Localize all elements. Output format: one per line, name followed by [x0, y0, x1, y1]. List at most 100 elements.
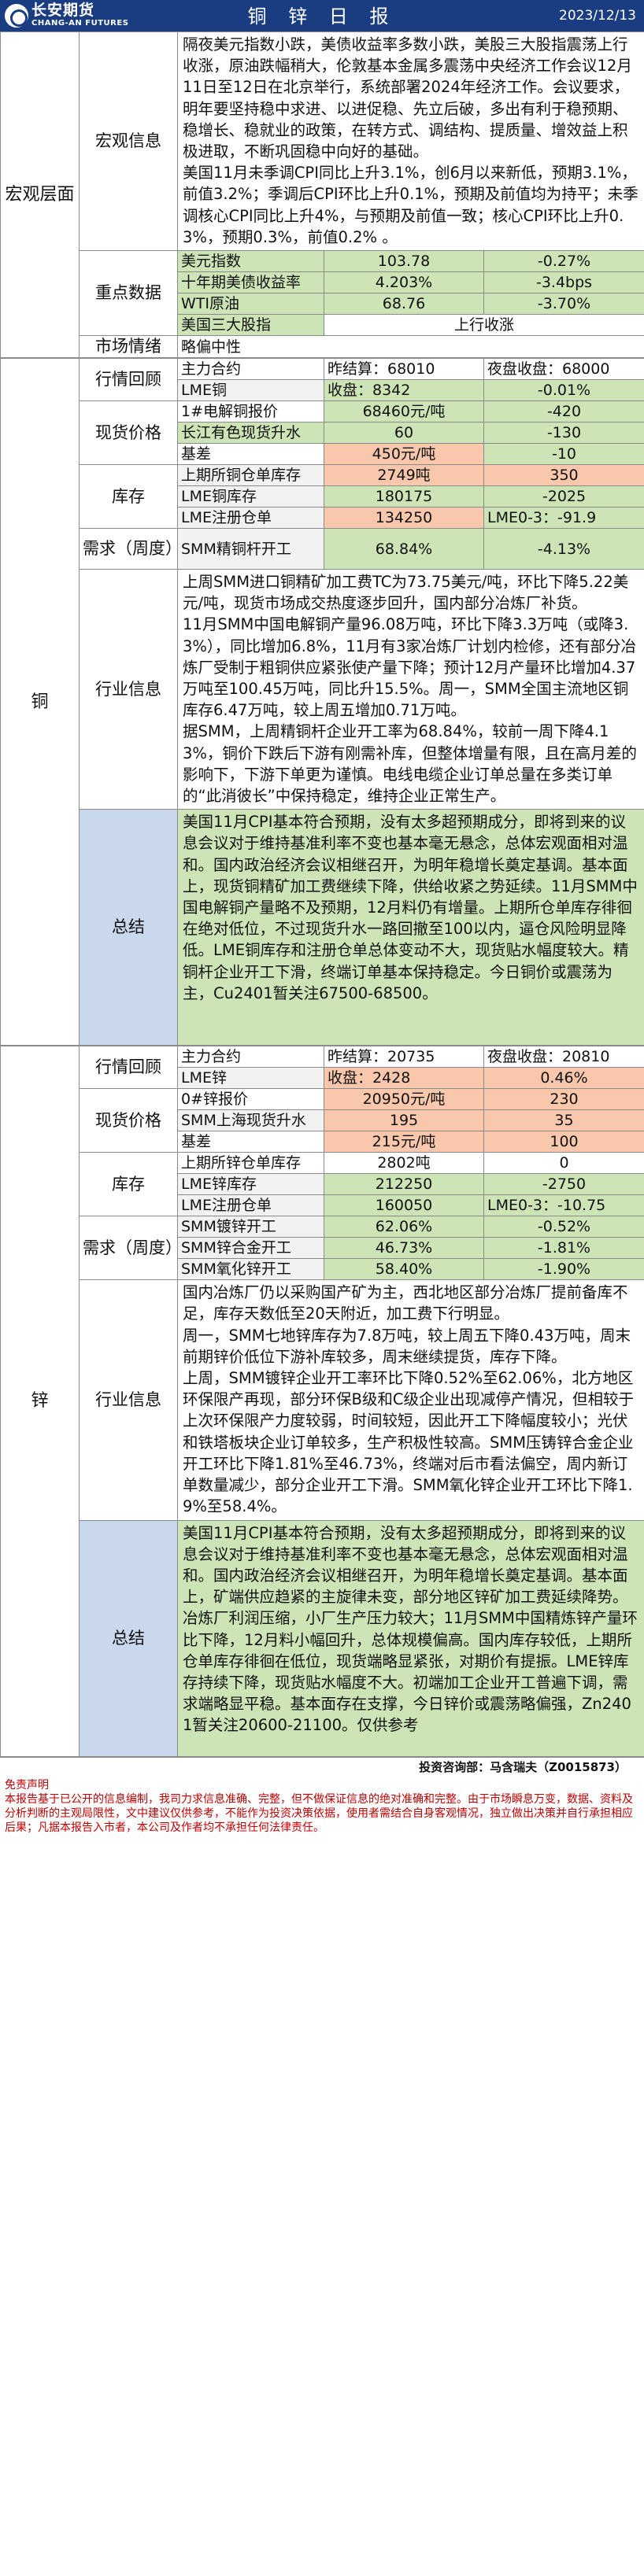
copper-spot-name: 长江有色现货升水	[177, 422, 324, 445]
zinc-demand-label: 需求（周度）	[79, 1216, 182, 1281]
key-row-value: 103.78	[324, 250, 484, 273]
copper-stock-label: 库存	[79, 464, 178, 530]
copper-review-label: 行情回顾	[79, 358, 178, 402]
copper-stock-change: -2025	[483, 485, 644, 508]
report-date: 2023/12/13	[559, 8, 636, 24]
zinc-table: 锌 行情回顾 主力合约 昨结算：20735 夜盘收盘：20810 LME锌 收盘…	[0, 1046, 644, 1757]
zinc-spot-value: 195	[324, 1109, 484, 1132]
zinc-demand-change: -0.52%	[483, 1216, 644, 1238]
zinc-stock-change: 0	[483, 1152, 644, 1175]
copper-review-night: 夜盘收盘：68000	[483, 358, 644, 381]
zinc-industry-text: 国内冶炼厂仍以采购国产矿为主，西北地区部分冶炼厂提前备库不足，库存天数低至20天…	[177, 1279, 644, 1521]
macro-info-text: 隔夜美元指数小跌，美债收益率多数小跌，美股三大股指震荡上行收涨，原油跌幅稍大，伦…	[176, 31, 644, 252]
key-row-value: 4.203%	[324, 271, 484, 294]
analyst-line: 投资咨询部：马含瑞夫（Z0015873）	[419, 1759, 627, 1774]
zinc-demand-value: 46.73%	[324, 1237, 484, 1260]
copper-stock-value: 2749吨	[324, 464, 484, 487]
zinc-spot-value: 20950元/吨	[324, 1088, 484, 1111]
key-data-label: 重点数据	[79, 250, 178, 337]
zinc-summary-label: 总结	[79, 1519, 178, 1757]
copper-stock-name: LME注册仓单	[177, 507, 324, 530]
report-title: 铜 锌 日 报	[247, 6, 397, 28]
copper-summary-text: 美国11月CPI基本符合预期，没有太多超预期成分，即将到来的议息会议对于维持基准…	[177, 809, 644, 1046]
zinc-stock-name: LME注册仓单	[177, 1194, 324, 1217]
zinc-demand-name: SMM锌合金开工	[177, 1237, 324, 1260]
zinc-spot-change: 100	[483, 1131, 644, 1153]
copper-spot-name: 基差	[177, 443, 324, 466]
zinc-stock-value: 160050	[324, 1194, 484, 1217]
copper-spot-name: 1#电解铜报价	[177, 400, 324, 423]
key-row-change: -3.4bps	[483, 271, 644, 294]
zinc-spot-change: 35	[483, 1109, 644, 1132]
key-row-change: -3.70%	[483, 293, 644, 316]
zinc-demand-name: SMM镀锌开工	[177, 1216, 324, 1238]
copper-spot-change: -10	[483, 443, 644, 466]
copper-spot-value: 450元/吨	[324, 443, 484, 466]
zinc-demand-value: 58.40%	[324, 1258, 484, 1281]
copper-demand-name: SMM精铜杆开工	[177, 528, 324, 570]
key-row-name: 美国三大股指	[177, 314, 324, 337]
copper-demand-label: 需求（周度）	[79, 528, 182, 570]
zinc-demand-change: -1.90%	[483, 1258, 644, 1281]
zinc-stock-name: 上期所锌仓单库存	[177, 1152, 324, 1175]
zinc-section-label: 锌	[0, 1046, 80, 1757]
copper-lme-close: 收盘：8342	[324, 379, 484, 402]
key-row-name: 美元指数	[177, 250, 324, 273]
report-footer: 投资咨询部：马含瑞夫（Z0015873） 免责声明 本报告基于已公开的信息编制，…	[0, 1756, 644, 1838]
zinc-review-night: 夜盘收盘：20810	[483, 1046, 644, 1068]
copper-stock-name: 上期所铜仓单库存	[177, 464, 324, 487]
market-sentiment-value: 略偏中性	[176, 335, 644, 359]
zinc-spot-change: 230	[483, 1088, 644, 1111]
copper-demand-change: -4.13%	[483, 528, 644, 570]
zinc-industry-label: 行业信息	[79, 1279, 178, 1521]
zinc-spot-label: 现货价格	[79, 1088, 178, 1153]
copper-review-settle: 昨结算：68010	[324, 358, 484, 381]
zinc-stock-label: 库存	[79, 1152, 178, 1217]
zinc-spot-name: SMM上海现货升水	[177, 1109, 324, 1132]
zinc-review-label: 行情回顾	[79, 1046, 178, 1090]
copper-review-head-name: 主力合约	[177, 358, 324, 381]
copper-section-label: 铜	[0, 358, 80, 1046]
zinc-review-head-name: 主力合约	[177, 1046, 324, 1068]
copper-summary-label: 总结	[79, 809, 178, 1046]
zinc-lme-close: 收盘：2428	[324, 1067, 484, 1090]
zinc-spot-name: 0#锌报价	[177, 1088, 324, 1111]
disclaimer-title: 免责声明	[5, 1778, 49, 1792]
zinc-lme-name: LME锌	[177, 1067, 324, 1090]
zinc-demand-value: 62.06%	[324, 1216, 484, 1238]
zinc-spot-name: 基差	[177, 1131, 324, 1153]
zinc-review-settle: 昨结算：20735	[324, 1046, 484, 1068]
copper-stock-name: LME铜库存	[177, 485, 324, 508]
key-row-name: 十年期美债收益率	[177, 271, 324, 294]
zinc-stock-change: LME0-3：-10.75	[483, 1194, 644, 1217]
key-row-change: -0.27%	[483, 250, 644, 273]
copper-industry-text: 上周SMM进口铜精矿加工费TC为73.75美元/吨，环比下降5.22美元/吨，现…	[177, 569, 644, 810]
copper-spot-value: 60	[324, 422, 484, 445]
copper-spot-change: -130	[483, 422, 644, 445]
copper-stock-value: 134250	[324, 507, 484, 530]
copper-lme-change: -0.01%	[483, 379, 644, 402]
copper-lme-name: LME铜	[177, 379, 324, 402]
macro-info-label: 宏观信息	[79, 31, 178, 252]
zinc-demand-change: -1.81%	[483, 1237, 644, 1260]
zinc-stock-value: 212250	[324, 1173, 484, 1196]
key-row-value: 68.76	[324, 293, 484, 316]
zinc-stock-value: 2802吨	[324, 1152, 484, 1175]
key-row-merged: 上行收涨	[323, 314, 644, 337]
zinc-stock-change: -2750	[483, 1173, 644, 1196]
report-header: 长安期货 CHANG-AN FUTURES 铜 锌 日 报 2023/12/13	[0, 0, 644, 31]
copper-stock-change: 350	[483, 464, 644, 487]
copper-stock-value: 180175	[324, 485, 484, 508]
copper-spot-label: 现货价格	[79, 400, 178, 466]
macro-table: 宏观层面 宏观信息 隔夜美元指数小跌，美债收益率多数小跌，美股三大股指震荡上行收…	[0, 31, 644, 359]
copper-table: 铜 行情回顾 主力合约 昨结算：68010 夜盘收盘：68000 LME铜 收盘…	[0, 358, 644, 1046]
copper-spot-change: -420	[483, 400, 644, 423]
key-row-name: WTI原油	[177, 293, 324, 316]
zinc-summary-text: 美国11月CPI基本符合预期，没有太多超预期成分，即将到来的议息会议对于维持基准…	[177, 1519, 644, 1757]
macro-section-label: 宏观层面	[0, 31, 80, 359]
zinc-stock-name: LME锌库存	[177, 1173, 324, 1196]
copper-demand-value: 68.84%	[324, 528, 484, 570]
copper-spot-value: 68460元/吨	[324, 400, 484, 423]
zinc-spot-value: 215元/吨	[324, 1131, 484, 1153]
copper-stock-change: LME0-3：-91.9	[483, 507, 644, 530]
